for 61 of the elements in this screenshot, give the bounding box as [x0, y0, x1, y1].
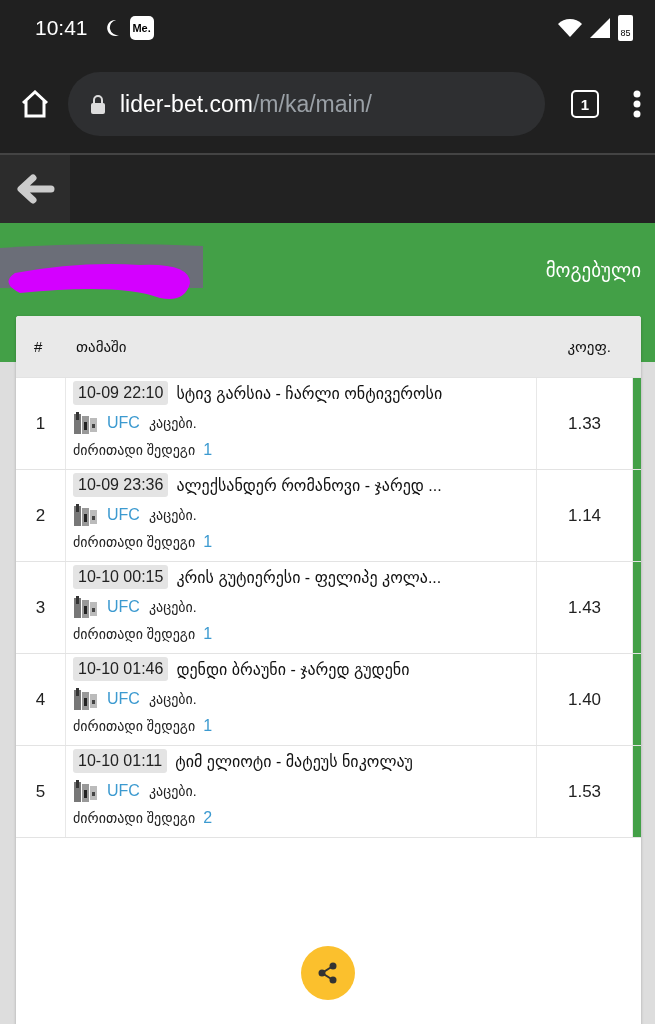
market-text: ძირითადი შედეგი: [73, 626, 196, 642]
more-menu-icon[interactable]: [633, 90, 641, 118]
clock: 10:41: [35, 15, 88, 40]
league-logo-icon: [73, 410, 99, 436]
row-number: 5: [16, 746, 66, 837]
league-logo-icon: [73, 594, 99, 620]
event-time: 10-10 00:15: [73, 565, 169, 589]
status-label: მოგებული: [545, 259, 641, 282]
url-path: /m/ka/main/: [252, 90, 372, 118]
market-text: ძირითადი შედეგი: [73, 442, 196, 458]
event-time: 10-09 22:10: [73, 381, 169, 405]
signal-icon: [590, 17, 610, 38]
pick-value: 1: [203, 441, 213, 459]
event-time: 10-10 01:11: [73, 749, 168, 773]
league-link[interactable]: UFC: [107, 690, 140, 708]
lock-icon: [90, 94, 106, 114]
event-title: კრის გუტიერესი - ფელიპე კოლა...: [176, 567, 442, 587]
share-button[interactable]: [301, 946, 355, 1000]
wifi-icon: [558, 18, 582, 37]
row-number: 4: [16, 654, 66, 745]
category-text: კაცები.: [148, 599, 197, 615]
column-header: თამაში: [75, 337, 128, 356]
moon-icon: [105, 18, 120, 37]
back-arrow-icon: [15, 174, 55, 204]
pick-value: 1: [203, 717, 213, 735]
column-header: #: [33, 338, 44, 355]
league-link[interactable]: UFC: [107, 506, 140, 524]
address-bar[interactable]: lider-bet.com/m/ka/main/: [68, 72, 545, 136]
league-logo-icon: [73, 778, 99, 804]
row-number: 1: [16, 378, 66, 469]
pick-value: 2: [203, 809, 213, 827]
league-link[interactable]: UFC: [107, 598, 140, 616]
market-text: ძირითადი შედეგი: [73, 810, 196, 826]
pick-value: 1: [203, 533, 213, 551]
event-title: სტივ გარსია - ჩარლი ონტივეროსი: [176, 383, 443, 403]
category-text: კაცები.: [148, 783, 197, 799]
event-title: ტიმ ელიოტი - მატეუს ნიკოლაუ: [175, 751, 413, 771]
event-time: 10-10 01:46: [73, 657, 169, 681]
event-title: ალექსანდერ რომანოვი - ჯარედ ...: [176, 475, 442, 495]
league-logo-icon: [73, 686, 99, 712]
market-text: ძირითადი შედეგი: [73, 718, 196, 734]
pick-value: 1: [203, 625, 213, 643]
url-host: lider-bet.com: [120, 90, 253, 118]
event-time: 10-09 23:36: [73, 473, 169, 497]
row-number: 3: [16, 562, 66, 653]
back-button[interactable]: [0, 155, 70, 223]
league-link[interactable]: UFC: [107, 782, 140, 800]
row-number: 2: [16, 470, 66, 561]
league-link[interactable]: UFC: [107, 414, 140, 432]
column-header: კოეფ.: [566, 337, 612, 356]
battery-icon: 85: [618, 14, 633, 41]
app-notification-icon: Me.: [129, 15, 154, 40]
market-text: ძირითადი შედეგი: [73, 534, 196, 550]
category-text: კაცები.: [148, 507, 197, 523]
home-icon[interactable]: [20, 90, 50, 118]
category-text: კაცები.: [148, 415, 197, 431]
share-icon: [317, 962, 339, 984]
category-text: კაცები.: [148, 691, 197, 707]
tab-count-button[interactable]: 1: [571, 90, 599, 118]
league-logo-icon: [73, 502, 99, 528]
event-title: დენდი ბრაუნი - ჯარედ გუდენი: [176, 659, 410, 679]
